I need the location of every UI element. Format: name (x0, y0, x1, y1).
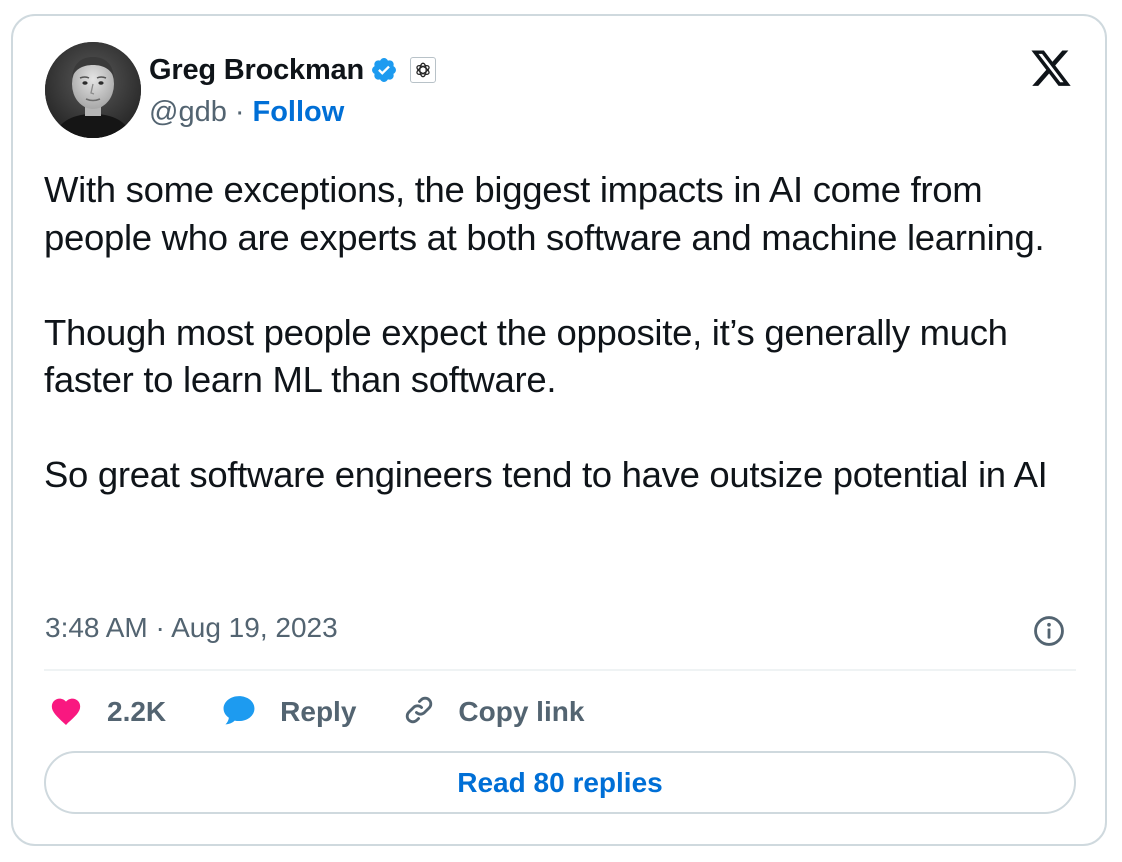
reply-label: Reply (280, 696, 357, 727)
divider (44, 669, 1076, 671)
author-name-row: Greg Brockman (149, 50, 436, 90)
separator: · (234, 95, 245, 128)
verified-badge-icon (370, 56, 398, 84)
reply-button[interactable]: Reply (220, 693, 356, 732)
copy-link-button[interactable]: Copy link (402, 693, 584, 732)
tweet-timestamp[interactable]: 3:48 AM · Aug 19, 2023 (45, 612, 338, 644)
openai-logo-icon[interactable] (409, 57, 436, 83)
heart-icon (49, 694, 83, 731)
speech-bubble-icon (220, 693, 258, 732)
link-icon (402, 693, 436, 732)
info-icon[interactable] (1032, 614, 1066, 648)
copy-link-label: Copy link (458, 696, 585, 727)
action-bar: 2.2K Reply Copy link (49, 692, 584, 732)
tweet-text: With some exceptions, the biggest impact… (44, 166, 1084, 499)
read-replies-button[interactable]: Read 80 replies (44, 751, 1076, 814)
like-count: 2.2K (107, 696, 167, 727)
author-handle[interactable]: @gdb (149, 96, 227, 129)
x-logo-icon[interactable] (1029, 50, 1073, 90)
follow-button[interactable]: Follow (253, 96, 345, 129)
tweet-card: Greg Brockman @gdb · Follow With some ex… (11, 14, 1107, 846)
tweet-paragraph: So great software engineers tend to have… (44, 454, 1048, 495)
tweet-paragraph: Though most people expect the opposite, … (44, 311, 1008, 401)
author-name[interactable]: Greg Brockman (149, 54, 364, 87)
like-button[interactable]: 2.2K (49, 694, 166, 731)
avatar[interactable] (45, 42, 141, 138)
tweet-paragraph: With some exceptions, the biggest impact… (44, 169, 1045, 258)
author-handle-row: @gdb · Follow (149, 94, 344, 130)
